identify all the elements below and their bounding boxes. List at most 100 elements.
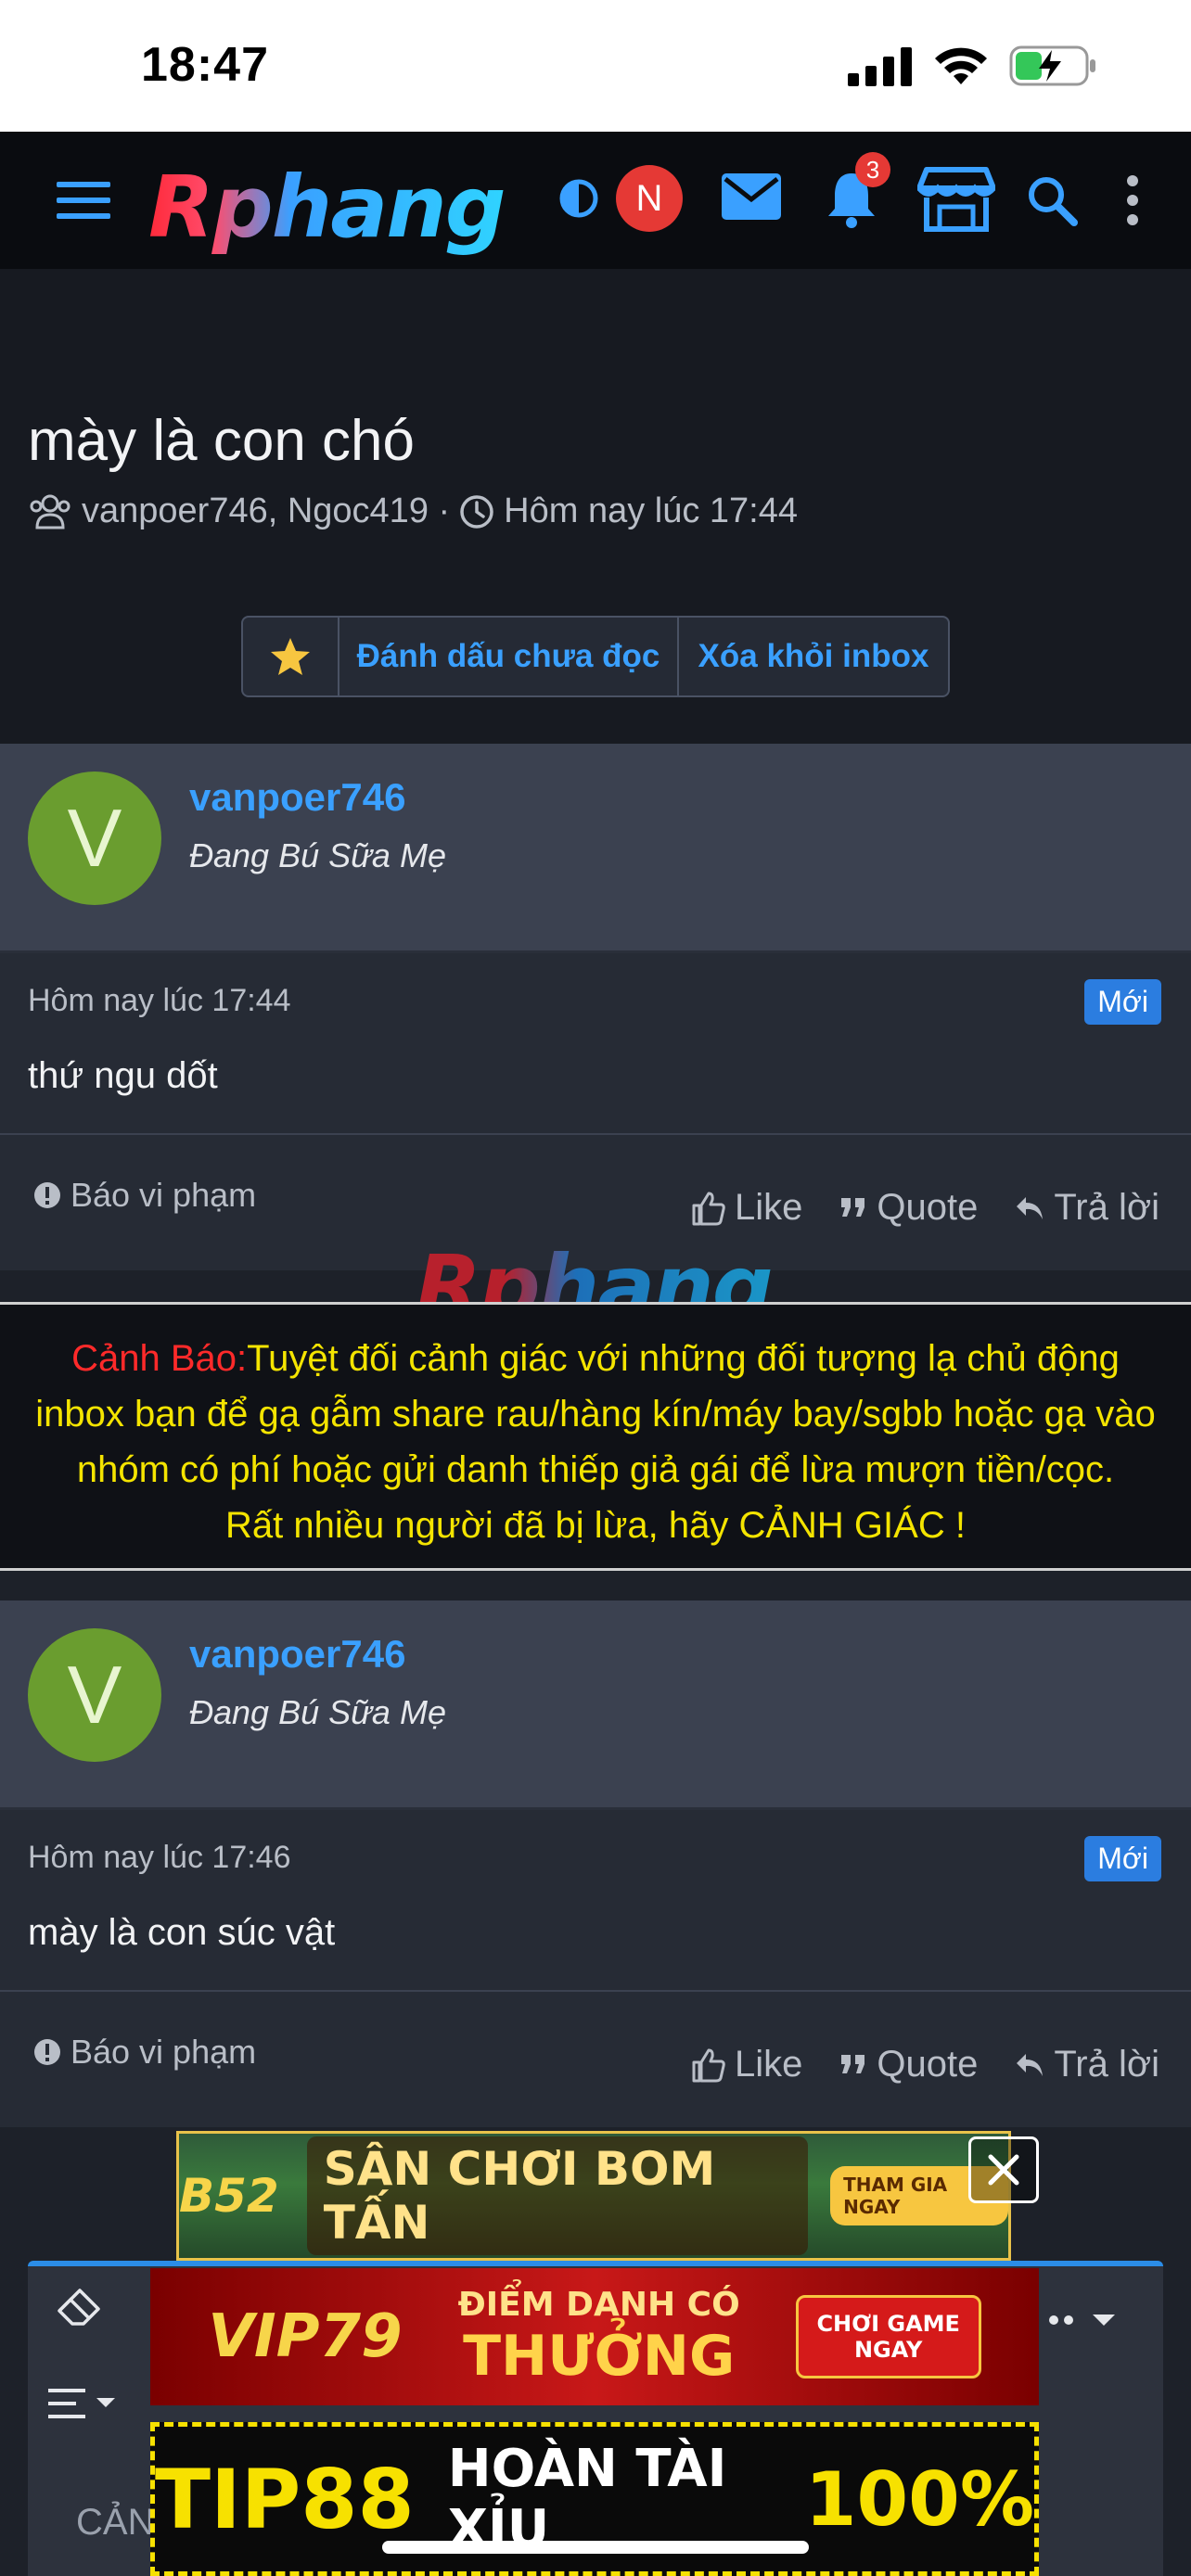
- home-indicator[interactable]: [382, 2541, 809, 2554]
- ad2-text-block: ĐIỂM DANH CÓ THƯỞNG: [458, 2286, 740, 2389]
- warning-line-1: Cảnh Báo:Tuyệt đối cảnh giác với những đ…: [71, 1338, 1120, 1379]
- warning-banner: Cảnh Báo:Tuyệt đối cảnh giác với những đ…: [0, 1302, 1191, 1571]
- quote-icon: [841, 2054, 865, 2073]
- warning-line-2: inbox bạn để gạ gẫm share rau/hàng kín/m…: [35, 1394, 1156, 1435]
- reply-icon: [1017, 2053, 1044, 2076]
- thread-actions: Đánh dấu chưa đọc Xóa khỏi inbox: [241, 616, 950, 697]
- avatar[interactable]: V: [28, 1628, 161, 1762]
- more-vertical-icon: [1127, 175, 1138, 225]
- user-rank: Đang Bú Sữa Mẹ: [189, 1693, 446, 1731]
- avatar[interactable]: V: [28, 772, 161, 905]
- message-body: Hôm nay lúc 17:44 Mới thứ ngu dốt: [0, 953, 1191, 1135]
- hamburger-menu-button[interactable]: [54, 171, 113, 230]
- thread-participants: vanpoer746, Ngoc419 ·: [82, 491, 451, 530]
- ad3-percent: 100%: [804, 2455, 1034, 2543]
- status-icons: [848, 45, 1098, 87]
- user-avatar-button[interactable]: N: [616, 165, 683, 232]
- reply-label: Trả lời: [1054, 1187, 1159, 1228]
- star-button[interactable]: [243, 618, 339, 695]
- alert-icon: [34, 2039, 60, 2065]
- ad2-cta[interactable]: CHƠI GAME NGAY: [795, 2295, 981, 2378]
- close-icon: [988, 2154, 1019, 2186]
- user-rank: Đang Bú Sữa Mẹ: [189, 836, 446, 874]
- warning-line-4: Rất nhiều người đã bị lừa, hãy CẢNH GIÁC…: [225, 1505, 966, 1546]
- editor-content[interactable]: CẢN: [76, 2502, 154, 2544]
- users-icon: [30, 494, 70, 529]
- notification-count-badge: 3: [855, 152, 890, 187]
- new-badge: Mới: [1084, 1836, 1161, 1881]
- report-label: Báo vi phạm: [70, 1176, 257, 1214]
- quote-icon: [841, 1197, 865, 1217]
- message-time[interactable]: Hôm nay lúc 17:46: [28, 1840, 291, 1876]
- status-time: 18:47: [141, 38, 269, 92]
- theme-toggle-button[interactable]: [557, 176, 601, 221]
- reply-label: Trả lời: [1054, 2044, 1159, 2085]
- username-link[interactable]: vanpoer746: [189, 1632, 405, 1677]
- status-bar: 18:47: [0, 0, 1191, 132]
- envelope-icon: [722, 173, 781, 220]
- quote-label: Quote: [877, 2044, 979, 2085]
- username-link[interactable]: vanpoer746: [189, 775, 405, 820]
- message-body: Hôm nay lúc 17:46 Mới mày là con súc vật: [0, 1810, 1191, 1992]
- reply-button[interactable]: Trả lời: [1015, 1187, 1159, 1229]
- wifi-icon: [935, 47, 987, 84]
- reply-icon: [1017, 1196, 1044, 1219]
- marketplace-button[interactable]: [916, 165, 996, 234]
- ad1-brand: B52: [179, 2169, 279, 2223]
- like-button[interactable]: Like: [690, 2044, 802, 2085]
- message-header: V vanpoer746 Đang Bú Sữa Mẹ: [0, 744, 1191, 953]
- quote-button[interactable]: Quote: [839, 1187, 978, 1229]
- star-icon: [271, 638, 310, 675]
- site-logo[interactable]: Rphang: [148, 158, 506, 257]
- message-actions: Like Quote Trả lời: [690, 2044, 1159, 2085]
- align-icon[interactable]: [48, 2387, 119, 2420]
- more-options-button[interactable]: [1119, 172, 1146, 228]
- report-button[interactable]: Báo vi phạm: [33, 2033, 256, 2072]
- eraser-icon[interactable]: [56, 2287, 102, 2327]
- thumbs-up-icon: [692, 1192, 725, 1225]
- report-label: Báo vi phạm: [70, 2033, 257, 2071]
- menu-icon: [57, 182, 110, 219]
- mark-unread-button[interactable]: Đánh dấu chưa đọc: [339, 618, 679, 695]
- new-badge: Mới: [1084, 979, 1161, 1025]
- ad1-text: SÂN CHƠI BOM TẤN: [306, 2136, 809, 2255]
- quote-button[interactable]: Quote: [839, 2044, 978, 2085]
- message-time[interactable]: Hôm nay lúc 17:44: [28, 983, 291, 1019]
- message-text: mày là con súc vật: [28, 1912, 336, 1953]
- ad3-brand: TIP88: [155, 2451, 415, 2547]
- more-horizontal-icon[interactable]: [1046, 2311, 1121, 2329]
- ad2-text-line2: THƯỞNG: [463, 2323, 736, 2389]
- contrast-icon: [559, 179, 598, 218]
- message-2: V vanpoer746 Đang Bú Sữa Mẹ Hôm nay lúc …: [0, 1600, 1191, 2127]
- ad-banner-b52[interactable]: B52 SÂN CHƠI BOM TẤN THAM GIA NGAY: [176, 2131, 1011, 2261]
- like-label: Like: [735, 2044, 803, 2085]
- warning-label: Cảnh Báo:: [71, 1338, 248, 1379]
- battery-charging-icon: [1009, 45, 1095, 86]
- quote-label: Quote: [877, 1187, 979, 1228]
- clock-icon: [460, 494, 493, 529]
- like-button[interactable]: Like: [690, 1187, 802, 1229]
- search-button[interactable]: [1024, 172, 1080, 228]
- message-text: thứ ngu dốt: [28, 1055, 218, 1096]
- inbox-button[interactable]: [720, 171, 783, 223]
- message-footer: Báo vi phạm Like Quote Trả lời: [0, 1992, 1191, 2127]
- cellular-signal-icon: [848, 47, 912, 86]
- store-icon: [917, 167, 995, 232]
- alert-icon: [34, 1182, 60, 1208]
- thread-title: mày là con chó: [28, 409, 415, 473]
- search-icon: [1029, 177, 1078, 226]
- message-actions: Like Quote Trả lời: [690, 1187, 1159, 1229]
- like-label: Like: [735, 1187, 803, 1228]
- thread-meta: vanpoer746, Ngoc419 · Hôm nay lúc 17:44: [28, 491, 798, 531]
- ad2-text-line1: ĐIỂM DANH CÓ: [457, 2285, 740, 2324]
- reply-button[interactable]: Trả lời: [1015, 2044, 1159, 2085]
- thread-time: Hôm nay lúc 17:44: [504, 491, 799, 530]
- remove-inbox-button[interactable]: Xóa khỏi inbox: [679, 618, 948, 695]
- message-1: V vanpoer746 Đang Bú Sữa Mẹ Hôm nay lúc …: [0, 744, 1191, 1270]
- message-header: V vanpoer746 Đang Bú Sữa Mẹ: [0, 1600, 1191, 1810]
- warning-line-3: nhóm có phí hoặc gửi danh thiếp giả gái …: [76, 1449, 1115, 1490]
- close-ad-button[interactable]: [968, 2136, 1039, 2203]
- ad2-brand: VIP79: [208, 2302, 403, 2371]
- report-button[interactable]: Báo vi phạm: [33, 1176, 256, 1215]
- ad-banner-vip79[interactable]: VIP79 ĐIỂM DANH CÓ THƯỞNG CHƠI GAME NGAY: [150, 2268, 1039, 2405]
